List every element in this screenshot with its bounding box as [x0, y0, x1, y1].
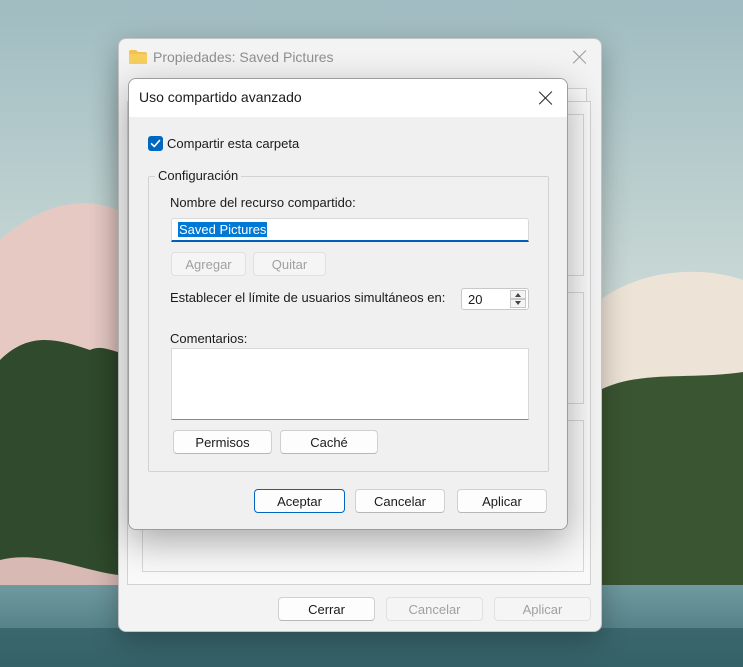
user-limit-stepper[interactable]: 20 [461, 288, 529, 310]
cancel-button[interactable]: Cancelar [355, 489, 445, 513]
share-name-input[interactable]: Saved Pictures [171, 218, 529, 242]
close-icon[interactable] [571, 48, 589, 66]
comments-textarea[interactable] [171, 348, 529, 420]
close-button[interactable]: Cerrar [278, 597, 375, 621]
remove-button[interactable]: Quitar [253, 252, 326, 276]
cache-button[interactable]: Caché [280, 430, 378, 454]
spin-up-icon[interactable] [510, 290, 526, 299]
apply-button[interactable]: Aplicar [494, 597, 591, 621]
permissions-button[interactable]: Permisos [173, 430, 272, 454]
properties-titlebar: Propiedades: Saved Pictures [119, 39, 601, 75]
ok-button[interactable]: Aceptar [254, 489, 345, 513]
add-button[interactable]: Agregar [171, 252, 246, 276]
share-folder-checkbox[interactable] [148, 136, 163, 151]
config-legend: Configuración [155, 168, 242, 183]
config-group: Configuración Nombre del recurso compart… [148, 168, 549, 472]
apply-button[interactable]: Aplicar [457, 489, 547, 513]
folder-icon [129, 50, 147, 64]
spin-down-icon[interactable] [510, 299, 526, 308]
properties-title: Propiedades: Saved Pictures [153, 49, 334, 65]
share-name-value: Saved Pictures [178, 222, 268, 237]
dialog-body: Compartir esta carpeta Configuración Nom… [129, 117, 567, 529]
cancel-button[interactable]: Cancelar [386, 597, 483, 621]
advanced-sharing-dialog: Uso compartido avanzado Compartir esta c… [128, 78, 568, 530]
user-limit-value: 20 [468, 292, 483, 307]
share-folder-label[interactable]: Compartir esta carpeta [167, 136, 299, 151]
comments-label: Comentarios: [170, 331, 248, 346]
share-name-label: Nombre del recurso compartido: [170, 195, 356, 210]
dialog-title: Uso compartido avanzado [139, 89, 302, 105]
user-limit-label: Establecer el límite de usuarios simultá… [170, 290, 446, 305]
dialog-titlebar: Uso compartido avanzado [129, 79, 567, 117]
checkmark-icon [150, 139, 161, 148]
close-icon[interactable] [537, 89, 555, 107]
